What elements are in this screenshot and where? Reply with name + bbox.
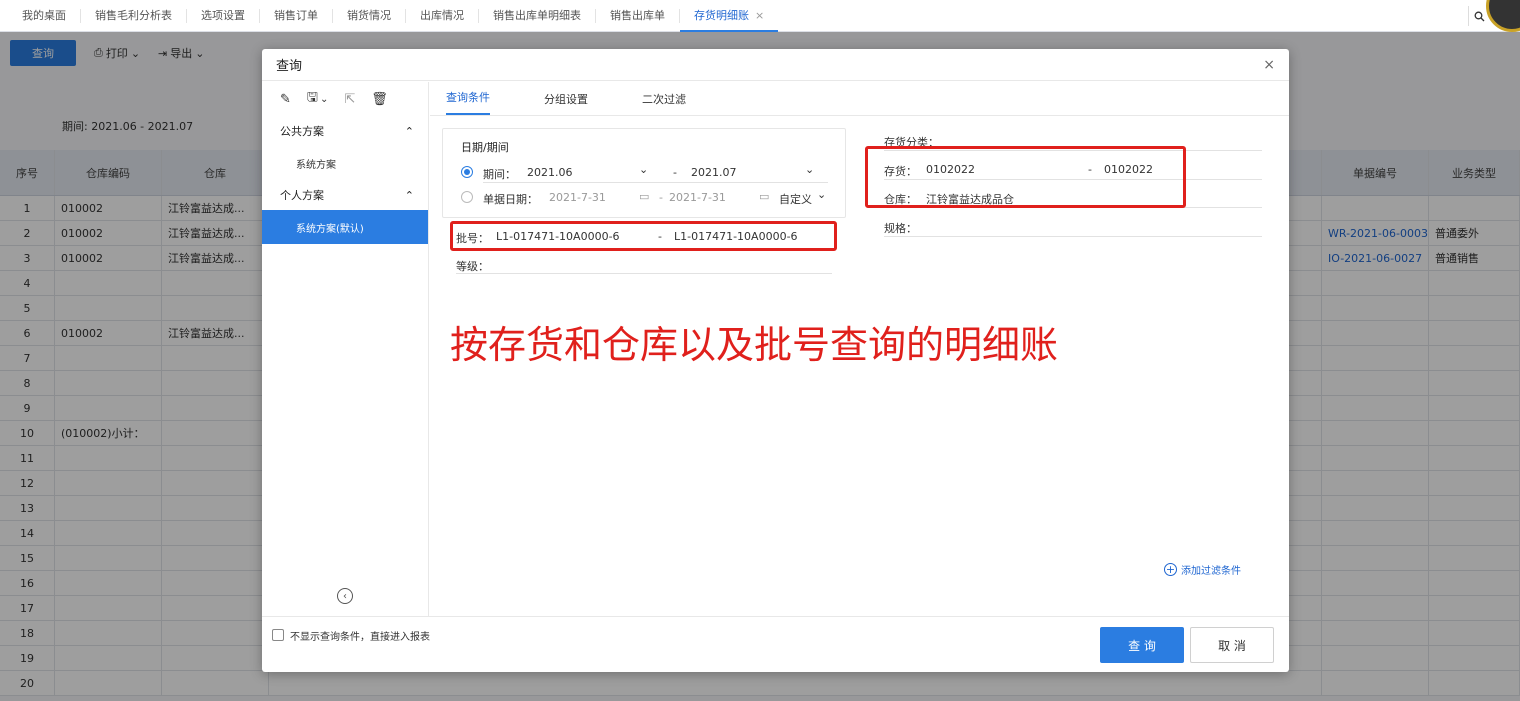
dialog-footer: 不显示查询条件，直接进入报表 查 询 取 消 — [262, 616, 1289, 672]
bill-date-label: 单据日期： — [483, 193, 538, 206]
tab-query-conditions[interactable]: 查询条件 — [446, 89, 490, 115]
tab-group-settings[interactable]: 分组设置 — [544, 91, 614, 115]
bill-date-from[interactable]: 2021-7-31 — [549, 191, 606, 204]
tab-outbound-detail[interactable]: 销售出库单明细表 — [479, 8, 596, 23]
collapse-icon[interactable]: ‹ — [337, 588, 353, 604]
chevron-down-icon[interactable]: ⌄ — [817, 188, 826, 201]
tab-inventory-ledger-label: 存货明细账 — [694, 8, 749, 22]
edit-icon[interactable]: ✎ — [280, 92, 291, 107]
range-dash: - — [659, 191, 663, 204]
scheme-system[interactable]: 系统方案 — [262, 146, 428, 180]
tab-options[interactable]: 选项设置 — [187, 8, 260, 23]
delete-icon[interactable]: 🗑 — [371, 92, 388, 107]
tab-sales-status[interactable]: 销货情况 — [333, 8, 406, 23]
query-dialog: 查询 × ✎ 🖫 ⌄ ⇱ 🗑 公共方案 ⌃ 系统方案 个人方案 ⌃ 系统方案(默认)… — [262, 49, 1289, 672]
chevron-up-icon: ⌃ — [404, 188, 414, 202]
calendar-icon[interactable]: ▭ — [759, 190, 769, 203]
tab-sales-order[interactable]: 销售订单 — [260, 8, 333, 23]
avatar[interactable] — [1486, 0, 1520, 32]
chevron-down-icon[interactable]: ⌄ — [639, 163, 648, 176]
personal-group-label: 个人方案 — [280, 189, 324, 202]
scheme-system-default[interactable]: 系统方案(默认) — [262, 210, 428, 244]
period-label: 期间： — [483, 168, 516, 181]
range-dash: - — [673, 166, 677, 179]
batch-highlight-box — [450, 221, 837, 251]
chevron-up-icon: ⌃ — [404, 124, 414, 138]
scheme-tools: ✎ 🖫 ⌄ ⇱ 🗑 — [262, 82, 428, 116]
close-icon[interactable]: × — [755, 9, 764, 22]
skip-conditions-label: 不显示查询条件，直接进入报表 — [290, 632, 430, 643]
inventory-highlight-box — [865, 146, 1186, 208]
skip-conditions-checkbox[interactable] — [272, 629, 284, 641]
dialog-title: 查询 — [262, 49, 1289, 81]
period-from[interactable]: 2021.06 — [527, 166, 573, 179]
chevron-down-icon[interactable]: ⌄ — [320, 94, 328, 105]
period-radio[interactable] — [461, 166, 473, 178]
tab-desktop[interactable]: 我的桌面 — [8, 8, 81, 23]
public-group-label: 公共方案 — [280, 125, 324, 138]
share-icon[interactable]: ⇱ — [344, 92, 355, 107]
query-submit-button[interactable]: 查 询 — [1100, 627, 1184, 663]
save-icon[interactable]: 🖫 — [307, 88, 318, 110]
tab-inventory-ledger[interactable]: 存货明细账 × — [680, 2, 779, 32]
bill-date-to[interactable]: 2021-7-31 — [669, 191, 726, 204]
public-scheme-group[interactable]: 公共方案 ⌃ — [262, 116, 428, 146]
personal-scheme-group[interactable]: 个人方案 ⌃ — [262, 180, 428, 210]
custom-dropdown[interactable]: 自定义 — [779, 191, 812, 207]
tab-bar: 我的桌面 销售毛利分析表 选项设置 销售订单 销货情况 出库情况 销售出库单明细… — [0, 0, 1520, 32]
calendar-icon[interactable]: ▭ — [639, 190, 649, 203]
tab-outbound-status[interactable]: 出库情况 — [406, 8, 479, 23]
tab-secondary-filter[interactable]: 二次过滤 — [642, 91, 712, 115]
scheme-panel: ✎ 🖫 ⌄ ⇱ 🗑 公共方案 ⌃ 系统方案 个人方案 ⌃ 系统方案(默认) ‹ — [262, 82, 429, 616]
add-filter-button[interactable]: + 添加过滤条件 — [1164, 562, 1241, 577]
add-filter-label: 添加过滤条件 — [1181, 566, 1241, 577]
tab-outbound-bill[interactable]: 销售出库单 — [596, 8, 680, 23]
bill-date-radio[interactable] — [461, 191, 473, 203]
cancel-button[interactable]: 取 消 — [1190, 627, 1274, 663]
grade-label: 等级： — [456, 260, 489, 273]
chevron-down-icon[interactable]: ⌄ — [805, 163, 814, 176]
date-period-header: 日期/期间 — [461, 141, 509, 154]
query-tabs: 查询条件 分组设置 二次过滤 — [430, 82, 1289, 116]
close-icon[interactable]: × — [1263, 57, 1275, 73]
date-period-box: 日期/期间 期间： 2021.06 ⌄ - 2021.07 ⌄ 单据日期： 20… — [442, 128, 846, 218]
period-to[interactable]: 2021.07 — [691, 166, 737, 179]
annotation-text: 按存货和仓库以及批号查询的明细账 — [450, 323, 1059, 367]
spec-label: 规格： — [884, 222, 917, 235]
tab-sales-margin[interactable]: 销售毛利分析表 — [81, 8, 187, 23]
plus-icon: + — [1164, 563, 1177, 576]
